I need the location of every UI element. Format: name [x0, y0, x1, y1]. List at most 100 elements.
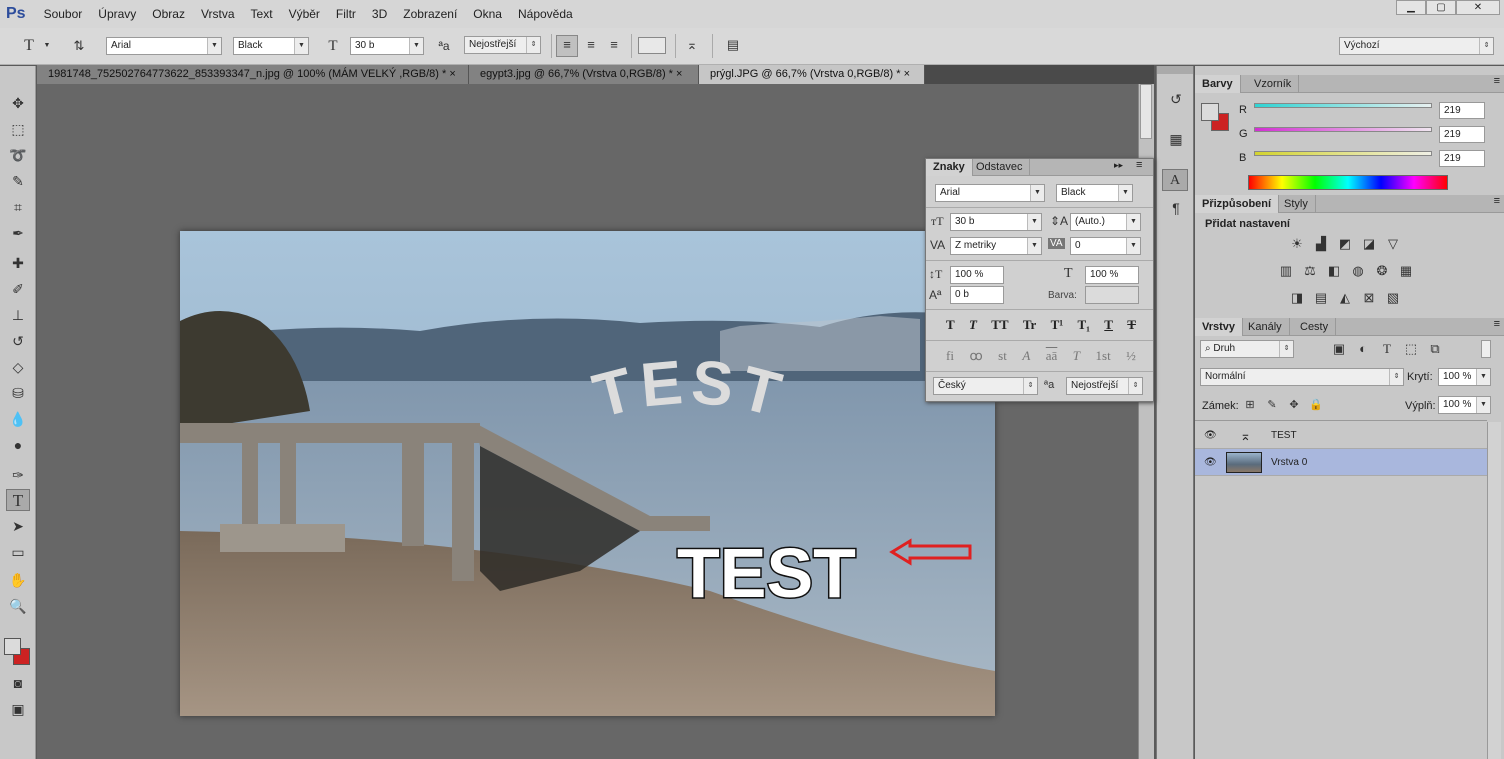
- properties-panel-icon[interactable]: ▦: [1164, 128, 1188, 150]
- curves-icon[interactable]: ◩: [1336, 235, 1354, 253]
- quick-selection-tool-icon[interactable]: ✎: [6, 170, 30, 192]
- warp-text-icon[interactable]: ⌅: [681, 36, 703, 54]
- pen-tool-icon[interactable]: ✑: [6, 464, 30, 486]
- stamp-tool-icon[interactable]: ⊥: [6, 304, 30, 326]
- char-leading-select[interactable]: (Auto.) ▼: [1070, 213, 1141, 231]
- rectangle-tool-icon[interactable]: ▭: [6, 541, 30, 563]
- brush-tool-icon[interactable]: ✐: [6, 278, 30, 300]
- char-color-swatch[interactable]: [1085, 286, 1139, 304]
- menu-vrstva[interactable]: Vrstva: [193, 7, 243, 21]
- menu-3d[interactable]: 3D: [364, 7, 395, 21]
- language-select[interactable]: Český ⇕: [933, 377, 1038, 395]
- char-size-select[interactable]: 30 b ▼: [950, 213, 1042, 231]
- menu-text[interactable]: Text: [243, 7, 281, 21]
- font-family-select[interactable]: Arial ▼: [106, 37, 222, 55]
- char-vscale-input[interactable]: 100 %: [950, 266, 1004, 284]
- document-canvas[interactable]: TEST TEST: [180, 231, 995, 716]
- eraser-tool-icon[interactable]: ◇: [6, 356, 30, 378]
- gradient-icon[interactable]: ▽: [1384, 235, 1402, 253]
- tab-document-1[interactable]: 1981748_752502764773622_853393347_n.jpg …: [37, 65, 469, 84]
- paint-bucket-tool-icon[interactable]: ⛁: [6, 382, 30, 404]
- screen-mode-icon[interactable]: ▣: [6, 698, 30, 720]
- close-tab-icon[interactable]: ×: [904, 68, 910, 80]
- invert-icon[interactable]: ◨: [1288, 289, 1306, 307]
- minimize-button[interactable]: ▁: [1396, 0, 1426, 15]
- menu-obraz[interactable]: Obraz: [144, 7, 193, 21]
- type-tool-preset-icon[interactable]: T: [18, 37, 40, 55]
- menu-upravy[interactable]: Úpravy: [90, 7, 144, 21]
- tab-barvy[interactable]: Barvy: [1195, 75, 1241, 93]
- brightness-icon[interactable]: ☀: [1288, 235, 1306, 253]
- color-balance-icon[interactable]: ⚖: [1301, 262, 1319, 280]
- zoom-tool-icon[interactable]: 🔍: [6, 595, 30, 617]
- crop-tool-icon[interactable]: ⌗: [6, 196, 30, 218]
- fill-input[interactable]: 100 % ▼: [1438, 396, 1491, 414]
- paragraph-panel-icon[interactable]: ¶: [1164, 197, 1188, 219]
- menu-zobrazeni[interactable]: Zobrazení: [395, 7, 465, 21]
- black-white-icon[interactable]: ◧: [1325, 262, 1343, 280]
- char-tracking-select[interactable]: 0 ▼: [1070, 237, 1141, 255]
- strikethrough-button[interactable]: T: [1127, 317, 1136, 335]
- text-orientation-icon[interactable]: ⇅: [68, 37, 90, 55]
- exposure-icon[interactable]: ◪: [1360, 235, 1378, 253]
- ordinals-button[interactable]: T: [1073, 348, 1080, 366]
- lock-pixels-icon[interactable]: ✎: [1263, 396, 1281, 414]
- collapse-icon[interactable]: ▸▸: [1114, 160, 1123, 171]
- dodge-tool-icon[interactable]: ●: [6, 434, 30, 456]
- color-spectrum-bar[interactable]: [1248, 175, 1448, 190]
- menu-filtr[interactable]: Filtr: [328, 7, 364, 21]
- antialias-select[interactable]: Nejostřejší ⇕: [464, 36, 541, 54]
- menu-napoveda[interactable]: Nápověda: [510, 7, 581, 21]
- all-caps-button[interactable]: TT: [991, 317, 1008, 335]
- close-tab-icon[interactable]: ×: [676, 68, 682, 80]
- scrollbar-thumb[interactable]: [1140, 84, 1152, 139]
- titling-alt-button[interactable]: aā: [1046, 348, 1058, 366]
- chevron-down-icon[interactable]: ▼: [42, 37, 52, 55]
- green-slider[interactable]: [1254, 127, 1432, 132]
- foreground-color-swatch[interactable]: [1201, 103, 1219, 121]
- panel-menu-icon[interactable]: ≡: [1494, 318, 1500, 330]
- levels-icon[interactable]: ▟: [1312, 235, 1330, 253]
- path-selection-tool-icon[interactable]: ➤: [6, 515, 30, 537]
- eye-icon[interactable]: 👁: [1204, 449, 1217, 476]
- align-left-icon[interactable]: ≡: [556, 35, 578, 57]
- font-style-select[interactable]: Black ▼: [233, 37, 309, 55]
- char-kerning-select[interactable]: Z metriky ▼: [950, 237, 1042, 255]
- menu-vyber[interactable]: Výběr: [281, 7, 328, 21]
- layers-scrollbar[interactable]: [1487, 422, 1501, 759]
- tab-prizpusobeni[interactable]: Přizpůsobení: [1195, 195, 1280, 213]
- lock-all-icon[interactable]: 🔒: [1307, 396, 1325, 414]
- panel-menu-icon[interactable]: ≡: [1136, 159, 1142, 171]
- tab-document-2[interactable]: egypt3.jpg @ 66,7% (Vrstva 0,RGB/8) * ×: [469, 65, 699, 84]
- stylistic-alt-button[interactable]: A: [1022, 348, 1030, 366]
- tab-document-3[interactable]: prýgl.JPG @ 66,7% (Vrstva 0,RGB/8) * ×: [699, 65, 925, 84]
- align-center-icon[interactable]: ≡: [580, 36, 602, 54]
- blend-mode-select[interactable]: Normální ⇕: [1200, 368, 1404, 386]
- old-style-button[interactable]: ꝏ: [969, 348, 982, 366]
- subscript-button[interactable]: T₁: [1077, 317, 1090, 335]
- photo-filter-icon[interactable]: ◍: [1349, 262, 1367, 280]
- character-panel-icon[interactable]: A: [1162, 169, 1188, 191]
- filter-smart-icon[interactable]: ⧉: [1426, 340, 1444, 358]
- panel-menu-icon[interactable]: ≡: [1494, 75, 1500, 87]
- menu-soubor[interactable]: Soubor: [36, 7, 91, 21]
- faux-italic-button[interactable]: T: [969, 317, 977, 335]
- char-font-family-select[interactable]: Arial ▼: [935, 184, 1045, 202]
- tab-vzornik[interactable]: Vzorník: [1247, 75, 1300, 93]
- tab-odstavec[interactable]: Odstavec: [969, 159, 1031, 176]
- hand-tool-icon[interactable]: ✋: [6, 569, 30, 591]
- selective-color-icon[interactable]: ⊠: [1360, 289, 1378, 307]
- blue-value[interactable]: 219: [1439, 150, 1485, 167]
- layer-filter-select[interactable]: ⌕ Druh ⇕: [1200, 340, 1294, 358]
- maximize-button[interactable]: ▢: [1426, 0, 1456, 15]
- align-right-icon[interactable]: ≡: [603, 36, 625, 54]
- workspace-select[interactable]: Výchozí ⇕: [1339, 37, 1494, 55]
- tab-cesty[interactable]: Cesty: [1293, 318, 1337, 336]
- filter-type-icon[interactable]: T: [1378, 340, 1396, 358]
- close-tab-icon[interactable]: ×: [449, 68, 455, 80]
- filter-toggle[interactable]: [1481, 340, 1491, 358]
- gradient-map-icon[interactable]: ▧: [1384, 289, 1402, 307]
- red-value[interactable]: 219: [1439, 102, 1485, 119]
- ordinal-button[interactable]: 1st: [1096, 348, 1111, 366]
- text-color-swatch[interactable]: [638, 37, 666, 54]
